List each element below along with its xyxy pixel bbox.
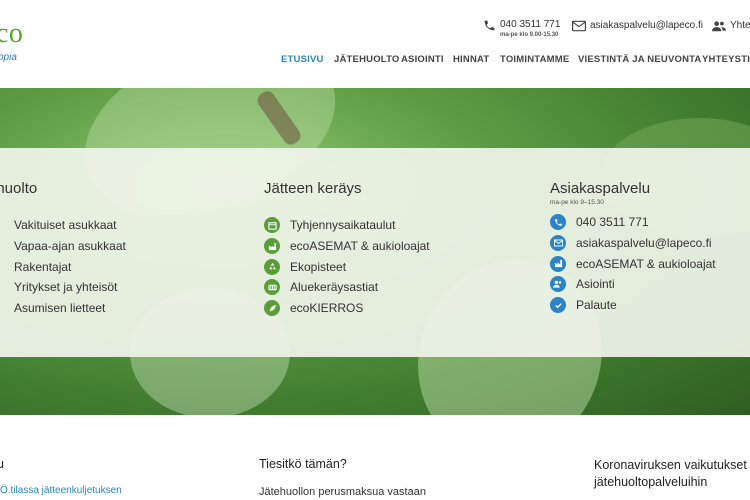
quick-links-panel: ehuolto Vakituiset asukkaat Vapaa-ajan a… [0,148,750,357]
list-icon [0,259,4,275]
list-item-label: 040 3511 771 [576,215,649,230]
list-item[interactable]: Tyhjennysaikataulut [264,215,430,236]
list-item-label: asiakaspalvelu@lapeco.fi [576,236,712,251]
col-title: ehuolto [0,180,38,197]
calendar-icon [264,217,280,234]
link-list: Tyhjennysaikataulut ecoASEMAT & aukioloa… [264,215,430,318]
section-text: Jätehuollon perusmaksua vastaan [259,486,426,498]
link-list: Vakituiset asukkaat Vapaa-ajan asukkaat … [0,215,126,318]
list-item[interactable]: Ekopisteet [264,256,430,277]
header-contact-label: Yhte [730,20,750,31]
list-item[interactable]: Asiointi [550,274,716,295]
header-phone-number: 040 3511 771 [500,19,561,30]
users-icon [550,276,566,293]
list-icon [0,279,4,295]
main-nav: ETUSIVU JÄTEHUOLTO ASIOINTI HINNAT TOIMI… [0,54,750,70]
section-title: Tiesitkö tämän? [259,457,347,471]
list-item[interactable]: Asumisen lietteet [0,298,126,319]
list-item-label: Rakentajat [14,259,72,274]
link-list: 040 3511 771 asiakaspalvelu@lapeco.fi ec… [550,212,716,315]
recycle-icon [264,258,280,275]
list-item[interactable]: Vakituiset asukkaat [0,215,126,236]
list-icon [0,238,4,254]
header-email-text: asiakaspalvelu@lapeco.fi [590,20,703,31]
header-phone[interactable]: 040 3511 771 ma-pe klo 9.00-15.30 [483,18,560,39]
list-item[interactable]: Yritykset ja yhteisöt [0,277,126,298]
phone-icon [550,214,566,231]
list-item-label: Aluekeräysastiat [290,280,379,295]
list-item-label: Tyhjennysaikataulut [290,218,396,233]
header-contact[interactable]: Yhte [712,20,750,32]
container-icon [264,279,280,296]
list-item[interactable]: 040 3511 771 [550,212,716,233]
section-title: u [0,457,4,471]
nav-yhteystiedot[interactable]: YHTEYSTIE [702,54,750,65]
mail-icon [572,20,586,32]
leaf-icon [264,300,280,317]
header-phone-hours: ma-pe klo 9.00-15.30 [500,32,559,38]
users-icon [712,21,726,32]
list-item[interactable]: ecoKIERROS [264,298,430,319]
list-item[interactable]: Rakentajat [0,256,126,277]
factory-icon [264,238,280,255]
news-link[interactable]: Ö.tilassa jätteenkuljetuksen [0,485,122,496]
list-item[interactable]: Palaute [550,295,716,316]
mail-icon [550,235,566,252]
list-item-label: Vakituiset asukkaat [14,218,117,233]
list-item-label: ecoASEMAT & aukioloajat [290,239,430,254]
list-item-label: Yritykset ja yhteisöt [14,280,118,295]
list-item[interactable]: ecoASEMAT & aukioloajat [264,236,430,257]
phone-icon [484,20,495,31]
list-icon [0,217,4,233]
list-item-label: Asumisen lietteet [14,301,106,316]
col-title: Asiakaspalvelu [550,180,651,197]
nav-viestinta[interactable]: VIESTINTÄ JA NEUVONTA [578,54,702,65]
nav-jatehuolto[interactable]: JÄTEHUOLTO [334,54,400,65]
list-item-label: Asiointi [576,277,615,292]
col-subtitle: ma-pe klo 9–15.30 [550,199,604,206]
list-item-label: Palaute [576,298,617,313]
list-item[interactable]: ecoASEMAT & aukioloajat [550,253,716,274]
section-title[interactable]: Koronaviruksen vaikutukset jätehuoltopal… [594,457,750,491]
list-item[interactable]: Vapaa-ajan asukkaat [0,236,126,257]
list-item-label: ecoKIERROS [290,301,364,316]
col-jatehuolto: ehuolto Vakituiset asukkaat Vapaa-ajan a… [0,180,126,318]
site-header: co opia 040 3511 771 ma-pe klo 9.00-15.3… [0,0,750,88]
nav-toimintamme[interactable]: TOIMINTAMME [500,54,569,65]
nav-etusivu[interactable]: ETUSIVU [281,54,324,65]
header-email[interactable]: asiakaspalvelu@lapeco.fi [572,20,703,32]
factory-icon [550,255,566,272]
col-asiakaspalvelu: Asiakaspalvelu ma-pe klo 9–15.30 040 351… [550,180,716,315]
list-item-label: ecoASEMAT & aukioloajat [576,256,716,271]
list-item[interactable]: Aluekeräysastiat [264,277,430,298]
list-item-label: Vapaa-ajan asukkaat [14,239,126,254]
col-title: Jätteen keräys [264,180,362,197]
list-item[interactable]: asiakaspalvelu@lapeco.fi [550,233,716,254]
check-icon [550,297,566,314]
nav-asiointi[interactable]: ASIOINTI [401,54,444,65]
list-icon [0,300,4,316]
col-jatteen-keraus: Jätteen keräys Tyhjennysaikataulut ecoAS… [264,180,430,318]
news-section: u Ö.tilassa jätteenkuljetuksen Tiesitkö … [0,415,750,500]
nav-hinnat[interactable]: HINNAT [453,54,489,65]
list-item-label: Ekopisteet [290,259,347,274]
contact-bar: 040 3511 771 ma-pe klo 9.00-15.30 asiaka… [0,18,750,44]
